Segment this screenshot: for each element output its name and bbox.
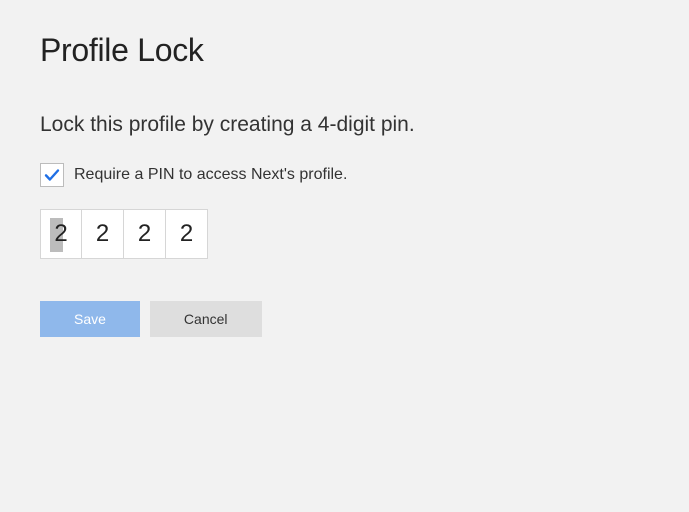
pin-digit-value: 2 [180, 220, 193, 248]
pin-digit-2[interactable]: 2 [82, 209, 124, 259]
page-title: Profile Lock [40, 32, 649, 69]
pin-digit-value: 2 [54, 220, 67, 248]
pin-digit-1[interactable]: 2 [40, 209, 82, 259]
save-button[interactable]: Save [40, 301, 140, 337]
require-pin-row: Require a PIN to access Next's profile. [40, 163, 649, 187]
pin-input-row: 2 2 2 2 [40, 209, 649, 259]
pin-digit-value: 2 [138, 220, 151, 248]
button-row: Save Cancel [40, 301, 649, 337]
require-pin-label: Require a PIN to access Next's profile. [74, 166, 347, 184]
cancel-button[interactable]: Cancel [150, 301, 262, 337]
check-icon [43, 166, 61, 184]
subtitle: Lock this profile by creating a 4-digit … [40, 113, 649, 137]
pin-digit-3[interactable]: 2 [124, 209, 166, 259]
require-pin-checkbox[interactable] [40, 163, 64, 187]
pin-digit-4[interactable]: 2 [166, 209, 208, 259]
pin-digit-value: 2 [96, 220, 109, 248]
